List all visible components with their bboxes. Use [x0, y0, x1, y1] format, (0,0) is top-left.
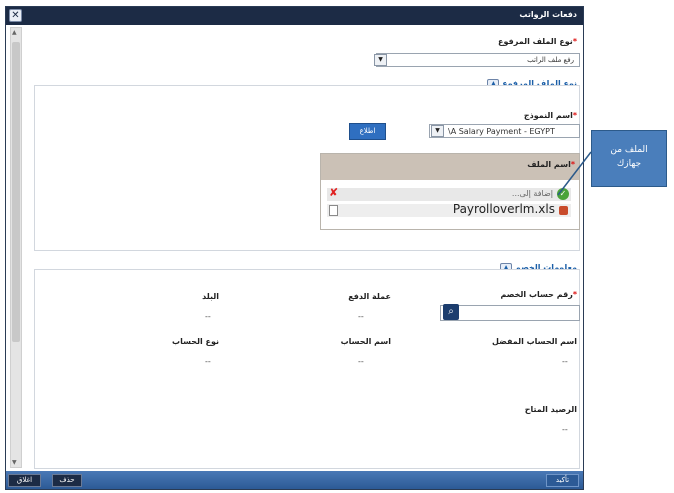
available-balance-value: --	[562, 425, 568, 434]
template-select[interactable]: \A Salary Payment - EGYPT	[429, 124, 580, 138]
account-type-label: نوع الحساب	[172, 337, 219, 346]
search-icon[interactable]: ⌕	[443, 304, 459, 320]
country-label: البلد	[202, 292, 219, 301]
close-icon[interactable]: ✕	[9, 9, 22, 22]
payment-currency-value: --	[358, 312, 364, 321]
add-file-row[interactable]: ✘ إضافة إلى... ✓	[327, 186, 571, 201]
payroll-dialog: دفعات الرواتب ✕ ▲ ▼ *نوع الملف المرفوع ر…	[5, 6, 584, 490]
preferred-account-value: --	[562, 357, 568, 366]
country-value: --	[205, 312, 211, 321]
uploaded-file-name: Payrolloverlm.xls	[452, 202, 555, 216]
dialog-title: دفعات الرواتب	[519, 10, 577, 19]
delete-button[interactable]: حذف	[52, 474, 82, 487]
remove-icon[interactable]: ✘	[329, 186, 338, 199]
chevron-down-icon[interactable]: ▼	[431, 125, 444, 137]
view-template-button[interactable]: اطلاع	[349, 123, 386, 140]
vertical-scrollbar[interactable]: ▲ ▼	[10, 27, 22, 468]
callout-box: الملف من جهازك	[591, 130, 667, 187]
close-button[interactable]: اغلاق	[8, 474, 41, 487]
scrollbar-thumb[interactable]	[12, 42, 20, 342]
available-balance-label: الرصيد المتاح	[524, 405, 577, 414]
debit-panel	[34, 269, 580, 469]
payment-currency-label: عملة الدفع	[348, 292, 391, 301]
callout-line-2: جهازك	[616, 159, 642, 169]
debit-account-label: *رقم حساب الخصم	[500, 290, 578, 299]
account-name-label: اسم الحساب	[340, 337, 391, 346]
upload-type-label: *نوع الملف المرفوع	[498, 37, 577, 46]
upload-type-select[interactable]: رفع ملف الراتب	[376, 53, 580, 67]
chevron-down-icon[interactable]: ▼	[374, 54, 387, 66]
scroll-down-icon[interactable]: ▼	[12, 459, 17, 466]
account-type-value: --	[205, 357, 211, 366]
debit-account-input[interactable]	[440, 305, 580, 321]
callout-line-1: الملف من	[610, 145, 648, 155]
upload-type-value: رفع ملف الراتب	[527, 56, 574, 64]
confirm-button[interactable]: تأكيد	[546, 474, 579, 487]
template-value: \A Salary Payment - EGYPT	[448, 127, 555, 136]
excel-icon	[559, 206, 568, 215]
dialog-footer: تأكيد حذف اغلاق	[6, 471, 583, 489]
file-icon	[329, 205, 338, 216]
preferred-account-label: اسم الحساب المفضل	[491, 337, 577, 346]
template-label: *اسم النموذج	[523, 111, 577, 120]
uploaded-file-row: Payrolloverlm.xls	[327, 202, 571, 217]
scroll-up-icon[interactable]: ▲	[12, 29, 17, 36]
dialog-titlebar: دفعات الرواتب ✕	[6, 7, 583, 25]
account-name-value: --	[358, 357, 364, 366]
